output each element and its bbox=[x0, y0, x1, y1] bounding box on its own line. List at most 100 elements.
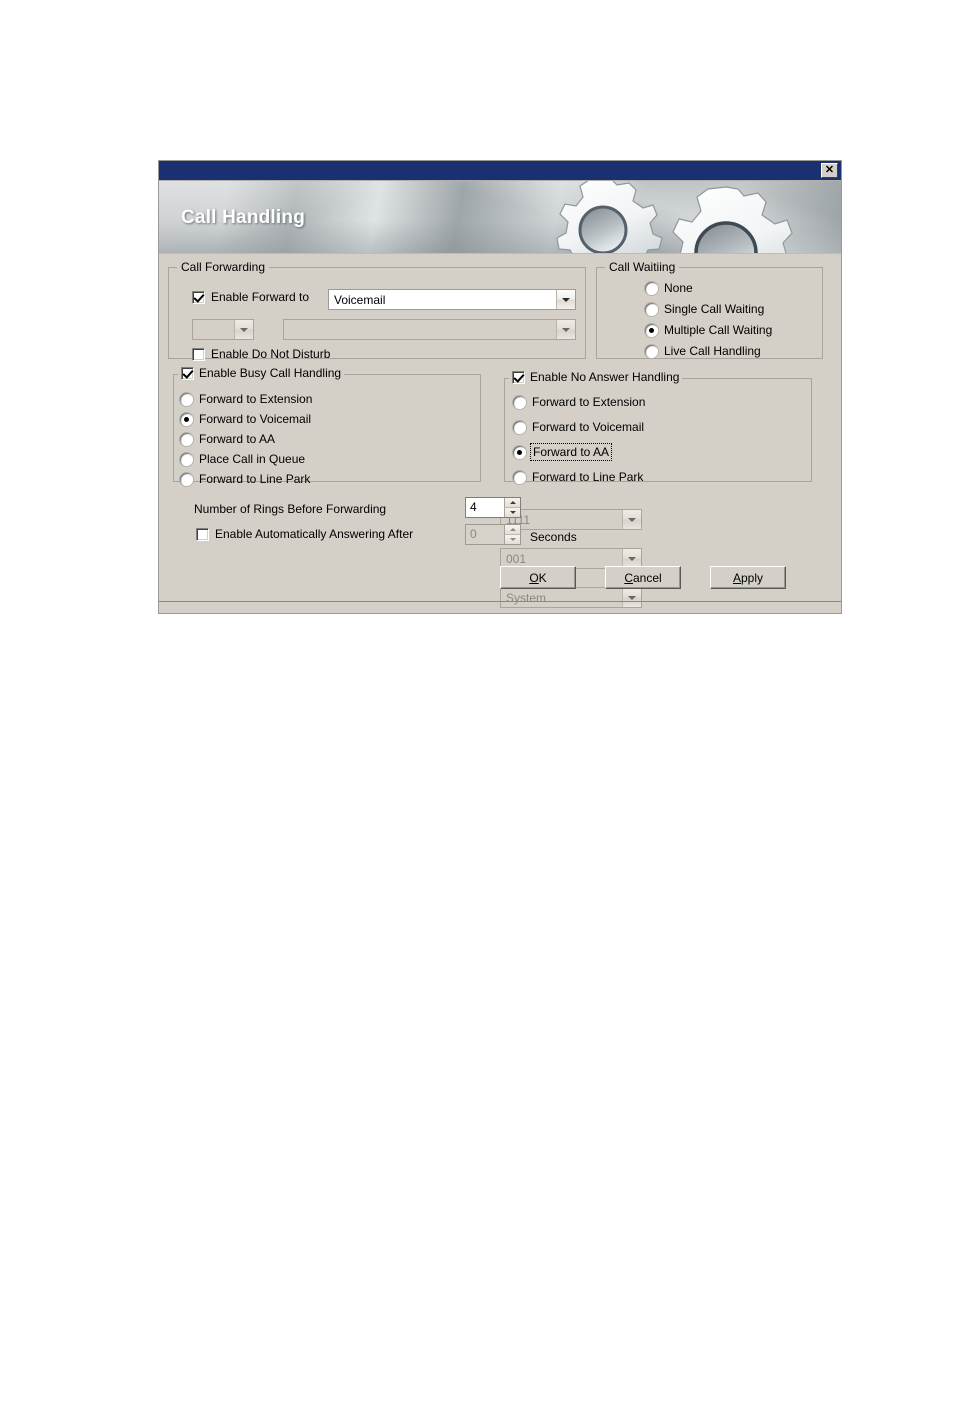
cancel-button[interactable]: Cancel bbox=[605, 566, 681, 589]
cancel-mnemonic: C bbox=[624, 570, 633, 585]
cancel-button-label: Cancel bbox=[624, 571, 661, 585]
forward-target-combo[interactable]: Voicemail bbox=[328, 289, 576, 310]
enable-no-answer-handling-checkbox[interactable] bbox=[512, 370, 525, 384]
call-waiting-radio-none[interactable] bbox=[645, 281, 658, 295]
rings-stepper[interactable]: 4 bbox=[465, 497, 521, 518]
call-handling-dialog: ✕ Call Handling Call Forwarding Enable F… bbox=[158, 160, 842, 614]
busy-option-aa[interactable]: Forward to AA bbox=[180, 432, 275, 446]
ok-button-rest: K bbox=[538, 570, 547, 585]
no-answer-handling-group: Enable No Answer Handling Forward to Ext… bbox=[504, 370, 812, 484]
busy-radio-line-park[interactable] bbox=[180, 472, 193, 486]
busy-option-line-park[interactable]: Forward to Line Park bbox=[180, 472, 310, 486]
gears-icon bbox=[556, 181, 793, 253]
no-answer-radio-voicemail[interactable] bbox=[513, 420, 526, 434]
enable-forward-to-label: Enable Forward to bbox=[211, 290, 310, 304]
apply-button-label: Apply bbox=[733, 571, 763, 585]
busy-option-queue[interactable]: Place Call in Queue bbox=[180, 452, 305, 466]
busy-extension-combo[interactable]: 1111 bbox=[500, 509, 642, 530]
busy-label-line-park: Forward to Line Park bbox=[199, 472, 311, 486]
no-answer-option-extension[interactable]: Forward to Extension bbox=[513, 395, 645, 409]
enable-forward-to-checkbox[interactable] bbox=[192, 290, 205, 304]
busy-call-handling-group: Enable Busy Call Handling Forward to Ext… bbox=[173, 366, 642, 608]
ok-button-label: OK bbox=[529, 571, 546, 585]
no-answer-radio-extension[interactable] bbox=[513, 395, 526, 409]
busy-line-park-combo[interactable]: System bbox=[500, 587, 642, 608]
call-waiting-label-none: None bbox=[664, 281, 693, 295]
no-answer-handling-legend-row[interactable]: Enable No Answer Handling bbox=[509, 370, 683, 384]
auto-answer-row[interactable]: Enable Automatically Answering After bbox=[196, 527, 413, 541]
forward-target-value: Voicemail bbox=[334, 292, 386, 307]
auto-answer-checkbox[interactable] bbox=[196, 527, 209, 541]
chevron-down-icon[interactable] bbox=[556, 290, 575, 309]
enable-busy-call-handling-label: Enable Busy Call Handling bbox=[199, 366, 342, 380]
stepper-down-icon[interactable] bbox=[504, 507, 520, 517]
no-answer-label-voicemail: Forward to Voicemail bbox=[532, 420, 645, 434]
busy-label-queue: Place Call in Queue bbox=[199, 452, 306, 466]
stepper-up-icon[interactable] bbox=[504, 525, 520, 534]
stepper-down-icon[interactable] bbox=[504, 534, 520, 544]
bottom-divider bbox=[159, 601, 841, 602]
call-waiting-option-multiple[interactable]: Multiple Call Waiting bbox=[645, 323, 772, 337]
busy-aa-value: 001 bbox=[506, 551, 527, 566]
chevron-down-icon[interactable] bbox=[622, 510, 641, 529]
auto-answer-value[interactable]: 0 bbox=[466, 525, 504, 544]
auto-answer-units-label: Seconds bbox=[530, 530, 577, 544]
chevron-down-icon[interactable] bbox=[234, 320, 253, 339]
rings-value[interactable]: 4 bbox=[466, 498, 504, 517]
call-waiting-radio-live[interactable] bbox=[645, 344, 658, 358]
rings-label: Number of Rings Before Forwarding bbox=[194, 502, 387, 516]
call-waiting-radio-multiple[interactable] bbox=[645, 323, 658, 337]
enable-no-answer-handling-label: Enable No Answer Handling bbox=[530, 370, 680, 384]
enable-forward-to-row[interactable]: Enable Forward to bbox=[192, 290, 309, 304]
ok-button[interactable]: OK bbox=[500, 566, 576, 589]
call-waiting-label-multiple: Multiple Call Waiting bbox=[664, 323, 773, 337]
apply-mnemonic: A bbox=[732, 570, 741, 585]
busy-radio-queue[interactable] bbox=[180, 452, 193, 466]
call-waiting-radio-single[interactable] bbox=[645, 302, 658, 316]
no-answer-radio-aa[interactable] bbox=[513, 445, 526, 459]
chevron-down-icon[interactable] bbox=[622, 588, 641, 607]
forward-secondary-wide-combo[interactable] bbox=[283, 319, 576, 340]
call-waiting-legend: Call Waitiing bbox=[605, 260, 680, 274]
call-forwarding-legend: Call Forwarding bbox=[177, 260, 270, 274]
enable-busy-call-handling-checkbox[interactable] bbox=[181, 366, 194, 380]
no-answer-radio-line-park[interactable] bbox=[513, 470, 526, 484]
do-not-disturb-row[interactable]: Enable Do Not Disturb bbox=[192, 347, 330, 361]
cancel-button-rest: ancel bbox=[632, 570, 662, 585]
forward-secondary-small-combo[interactable] bbox=[192, 319, 254, 340]
do-not-disturb-checkbox[interactable] bbox=[192, 347, 205, 361]
close-icon[interactable]: ✕ bbox=[821, 163, 838, 178]
no-answer-label-aa: Forward to AA bbox=[529, 443, 613, 461]
call-waiting-option-live[interactable]: Live Call Handling bbox=[645, 344, 761, 358]
call-waiting-label-live: Live Call Handling bbox=[664, 344, 761, 358]
busy-radio-voicemail[interactable] bbox=[180, 412, 193, 426]
busy-option-extension[interactable]: Forward to Extension bbox=[180, 392, 312, 406]
busy-call-handling-legend-row[interactable]: Enable Busy Call Handling bbox=[178, 366, 345, 380]
auto-answer-stepper[interactable]: 0 bbox=[465, 524, 521, 545]
busy-option-voicemail[interactable]: Forward to Voicemail bbox=[180, 412, 311, 426]
apply-button[interactable]: Apply bbox=[710, 566, 786, 589]
busy-radio-aa[interactable] bbox=[180, 432, 193, 446]
stepper-up-icon[interactable] bbox=[504, 498, 520, 507]
apply-button-rest: pply bbox=[741, 570, 764, 585]
auto-answer-label: Enable Automatically Answering After bbox=[215, 527, 414, 541]
call-forwarding-group: Call Forwarding Enable Forward to Voicem… bbox=[168, 260, 586, 361]
chevron-down-icon[interactable] bbox=[556, 320, 575, 339]
busy-line-park-value: System bbox=[506, 590, 547, 605]
no-answer-option-voicemail[interactable]: Forward to Voicemail bbox=[513, 420, 644, 434]
banner: Call Handling bbox=[159, 181, 841, 254]
call-waiting-option-none[interactable]: None bbox=[645, 281, 693, 295]
auto-answer-stepper-buttons[interactable] bbox=[504, 525, 520, 544]
rings-stepper-buttons[interactable] bbox=[504, 498, 520, 517]
no-answer-label-line-park: Forward to Line Park bbox=[532, 470, 644, 484]
call-waiting-option-single[interactable]: Single Call Waiting bbox=[645, 302, 764, 316]
ok-mnemonic: O bbox=[529, 570, 539, 585]
call-waiting-label-single: Single Call Waiting bbox=[664, 302, 765, 316]
client-area: Call Forwarding Enable Forward to Voicem… bbox=[159, 254, 841, 614]
busy-label-voicemail: Forward to Voicemail bbox=[199, 412, 312, 426]
no-answer-option-line-park[interactable]: Forward to Line Park bbox=[513, 470, 643, 484]
title-bar: ✕ bbox=[159, 161, 841, 181]
call-waiting-group: Call Waitiing None Single Call Waiting M… bbox=[596, 260, 823, 359]
no-answer-option-aa[interactable]: Forward to AA bbox=[513, 443, 613, 461]
busy-radio-extension[interactable] bbox=[180, 392, 193, 406]
